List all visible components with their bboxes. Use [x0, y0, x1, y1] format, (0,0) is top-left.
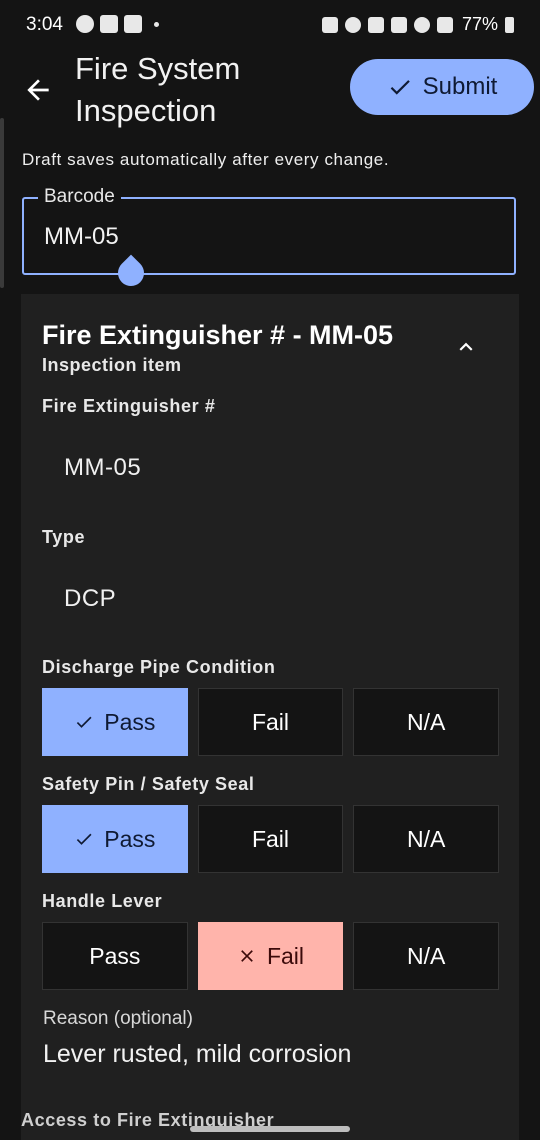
safety-pin-na-button[interactable]: N/A: [353, 805, 500, 873]
battery-icon: [505, 16, 514, 33]
close-icon: [241, 950, 253, 962]
extinguisher-number-label: Fire Extinguisher #: [42, 396, 216, 416]
option-label: N/A: [407, 825, 446, 852]
discharge-pipe-fail-button[interactable]: Fail: [197, 688, 344, 756]
check-icon: [77, 833, 92, 845]
reason-label: Reason (optional): [43, 1008, 193, 1029]
back-arrow-icon[interactable]: [22, 74, 54, 106]
handle-lever-label: Handle Lever: [42, 891, 163, 911]
option-label: Pass: [89, 942, 141, 969]
whatsapp-icon: [76, 15, 94, 33]
signal-icon: [436, 16, 453, 33]
alarm-icon: [344, 16, 361, 33]
type-value: DCP: [64, 585, 117, 612]
discharge-pipe-pass-button[interactable]: Pass: [42, 688, 188, 756]
more-notifications-dot: [154, 21, 159, 27]
card-subtitle: Inspection item: [42, 355, 182, 375]
draft-note: Draft saves automatically after every ch…: [22, 150, 390, 169]
option-label: Fail: [266, 942, 305, 969]
discharge-pipe-na-button[interactable]: N/A: [353, 688, 500, 756]
chevron-up-icon[interactable]: [453, 334, 479, 360]
option-label: Fail: [251, 708, 290, 735]
page-title: Fire System Inspection: [75, 51, 241, 128]
card-title: Fire Extinguisher # - MM-05: [42, 320, 394, 350]
handle-lever-options: Pass Fail N/A: [42, 922, 500, 990]
option-label: N/A: [407, 708, 446, 735]
option-label: Fail: [251, 825, 290, 852]
wifi-icon: [413, 16, 430, 33]
youtube-icon: [124, 15, 142, 33]
battery-percent: 77%: [461, 14, 498, 34]
extinguisher-number-value: MM-05: [64, 454, 142, 481]
handle-lever-pass-button[interactable]: Pass: [42, 922, 188, 990]
home-indicator[interactable]: [190, 1126, 350, 1132]
notification-icons: [76, 15, 159, 33]
safety-pin-fail-button[interactable]: Fail: [197, 805, 344, 873]
linkedin-icon: [100, 15, 118, 33]
option-label: Pass: [104, 708, 156, 735]
handle-lever-na-button[interactable]: N/A: [353, 922, 500, 990]
mute-icon: [390, 16, 407, 33]
submit-button[interactable]: Submit: [350, 59, 534, 115]
option-label: Pass: [104, 825, 156, 852]
bluetooth-icon: [367, 16, 384, 33]
safety-pin-label: Safety Pin / Safety Seal: [42, 774, 255, 794]
discharge-pipe-options: Pass Fail N/A: [42, 688, 500, 756]
handle-lever-fail-button[interactable]: Fail: [197, 922, 344, 990]
check-icon: [77, 716, 92, 728]
barcode-field[interactable]: Barcode MM-05: [22, 186, 516, 275]
edge-scroll-indicator: [0, 118, 4, 288]
system-icons: 77%: [321, 14, 514, 35]
app-bar: Fire System Inspection Submit: [0, 46, 540, 136]
reason-input[interactable]: Lever rusted, mild corrosion: [43, 1040, 351, 1069]
status-time: 3:04: [26, 14, 63, 35]
barcode-value[interactable]: MM-05: [44, 223, 119, 251]
barcode-label: Barcode: [38, 186, 121, 208]
discharge-pipe-label: Discharge Pipe Condition: [42, 657, 276, 677]
check-icon: [390, 80, 410, 95]
screenshot-icon: [321, 16, 338, 33]
submit-label: Submit: [422, 73, 498, 100]
safety-pin-options: Pass Fail N/A: [42, 805, 500, 873]
type-label: Type: [42, 527, 86, 547]
option-label: N/A: [407, 942, 446, 969]
status-bar: 3:04 77%: [0, 0, 540, 46]
safety-pin-pass-button[interactable]: Pass: [42, 805, 188, 873]
